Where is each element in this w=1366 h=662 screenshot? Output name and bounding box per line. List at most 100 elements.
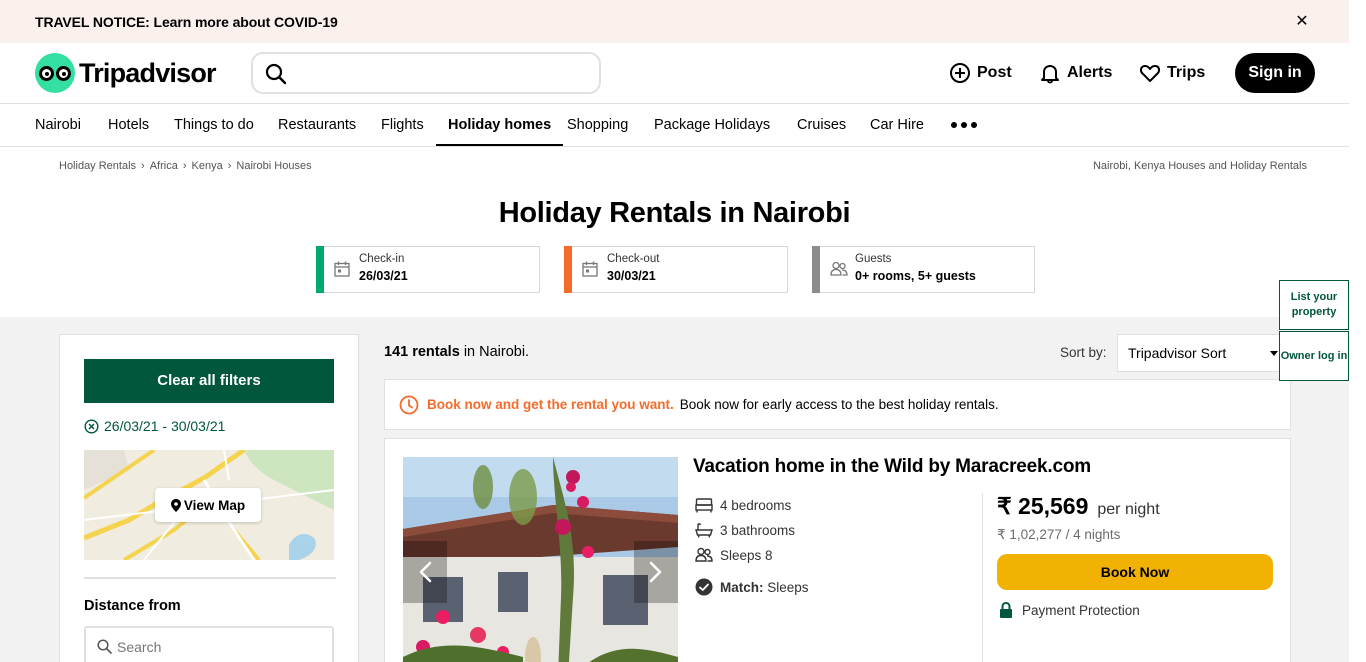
alerts-button[interactable]: Alerts [1039,62,1112,84]
date-filter-chip[interactable]: 26/03/21 - 30/03/21 [84,418,225,434]
close-icon[interactable]: ✕ [1292,12,1312,32]
promo-banner: Book now and get the rental you want. Bo… [384,379,1291,430]
listing-divider [982,493,983,662]
clear-all-filters-button[interactable]: Clear all filters [84,359,334,403]
chevron-right-icon: › [227,160,232,172]
distance-from-heading: Distance from [84,598,181,614]
listing-title-link[interactable]: Vacation home in the Wild by Maracreek.c… [693,456,1091,478]
breadcrumb-caption: Nairobi, Kenya Houses and Holiday Rental… [1092,160,1307,172]
clock-icon [399,395,419,414]
bell-icon [1041,65,1059,84]
sidebar-divider [84,577,336,579]
alerts-label: Alerts [1067,64,1113,81]
payment-protection: Payment Protection [999,602,1140,618]
nightly-price: ₹ 25,569 [997,493,1089,519]
tab-shopping[interactable]: Shopping [567,104,628,146]
list-your-property-button[interactable]: List your property [1279,280,1349,330]
sleeps-feature: Sleeps 8 [695,547,773,563]
listing-card: Vacation home in the Wild by Maracreek.c… [384,438,1291,662]
chevron-right-icon: › [182,160,187,172]
category-nav: Nairobi Hotels Things to do Restaurants … [0,104,1349,147]
distance-search-input[interactable] [117,637,317,657]
results-count: 141 rentals in Nairobi. [384,344,529,360]
distance-search-box[interactable] [84,626,334,662]
checkout-label: Check-out [607,253,660,265]
breadcrumb: Holiday Rentals › Africa › Kenya › Nairo… [59,160,312,172]
tripadvisor-logo[interactable]: Tripadvisor [35,53,217,93]
checkout-picker[interactable]: Check-out 30/03/21 [564,246,788,293]
next-photo-button[interactable] [634,541,678,603]
calendar-icon [334,261,350,282]
guests-accent-bar [812,246,820,293]
lock-icon [1000,602,1012,618]
owl-logo-icon [35,53,75,93]
previous-photo-button[interactable] [403,541,447,603]
calendar-icon [582,261,598,282]
heart-icon [1139,64,1161,82]
chevron-left-icon [419,561,432,583]
trips-button[interactable]: Trips [1139,62,1205,84]
guests-label: Guests [855,253,892,265]
breadcrumb-link[interactable]: Holiday Rentals [59,160,136,172]
match-feature: Match: Sleeps [695,578,809,596]
checkout-accent-bar [564,246,572,293]
breadcrumb-current: Nairobi Houses [236,160,312,172]
sort-label: Sort by: [1060,345,1107,360]
map-thumbnail[interactable]: View Map [84,450,334,560]
bathrooms-feature: 3 bathrooms [695,522,795,538]
post-label: Post [977,64,1012,81]
travel-notice-link[interactable]: TRAVEL NOTICE: Learn more about COVID-19 [35,14,338,30]
tab-things-to-do[interactable]: Things to do [174,104,254,146]
search-icon [265,63,287,90]
payment-protection-label: Payment Protection [1022,602,1140,618]
bathtub-icon [695,523,713,538]
per-night-label: per night [1097,501,1160,518]
chevron-right-icon [649,561,662,583]
listing-photo[interactable] [403,457,678,662]
page-title: Holiday Rentals in Nairobi [498,197,851,229]
tab-hotels[interactable]: Hotels [108,104,149,146]
tab-flights[interactable]: Flights [381,104,424,146]
main-search-box[interactable] [251,52,601,94]
sign-in-button[interactable]: Sign in [1235,53,1315,93]
guests-picker[interactable]: Guests 0+ rooms, 5+ guests [812,246,1035,293]
promo-highlight: Book now and get the rental you want. [427,397,674,412]
bedrooms-feature: 4 bedrooms [695,497,791,513]
match-value: Sleeps [767,579,809,595]
check-circle-icon [695,578,713,596]
logo-text: Tripadvisor [79,57,217,88]
bathrooms-label: 3 bathrooms [720,522,796,538]
map-pin-icon [170,498,181,512]
checkin-value: 26/03/21 [359,269,408,283]
remove-circle-icon [84,418,99,434]
tab-holiday-homes[interactable]: Holiday homes [436,104,564,146]
plus-circle-icon [950,63,970,83]
checkout-value: 30/03/21 [607,269,656,283]
caret-down-icon [1270,351,1278,356]
owner-login-button[interactable]: Owner log in [1279,331,1349,381]
tab-nairobi[interactable]: Nairobi [35,104,81,146]
promo-text: Book now for early access to the best ho… [679,397,999,412]
trips-label: Trips [1167,64,1206,81]
breadcrumb-link[interactable]: Kenya [192,160,223,172]
book-now-button[interactable]: Book Now [997,554,1273,590]
results-count-number: 141 rentals [384,344,460,360]
tab-car-hire[interactable]: Car Hire [870,104,924,146]
tab-cruises[interactable]: Cruises [797,104,846,146]
checkin-picker[interactable]: Check-in 26/03/21 [316,246,540,293]
travel-notice-banner: TRAVEL NOTICE: Learn more about COVID-19… [0,0,1349,43]
bedrooms-label: 4 bedrooms [720,497,792,513]
tab-package-holidays[interactable]: Package Holidays [654,104,770,146]
post-button[interactable]: Post [949,62,1012,84]
main-search-input[interactable] [297,60,587,86]
checkin-accent-bar [316,246,324,293]
results-count-location: in Nairobi. [463,344,530,360]
breadcrumb-link[interactable]: Africa [150,160,178,172]
sort-value: Tripadvisor Sort [1128,345,1227,361]
tab-restaurants[interactable]: Restaurants [278,104,356,146]
sort-dropdown[interactable]: Tripadvisor Sort [1117,334,1283,372]
guests-value: 0+ rooms, 5+ guests [855,269,976,283]
match-label: Match: [720,579,764,595]
more-icon[interactable] [951,122,977,128]
view-map-button[interactable]: View Map [155,488,261,522]
